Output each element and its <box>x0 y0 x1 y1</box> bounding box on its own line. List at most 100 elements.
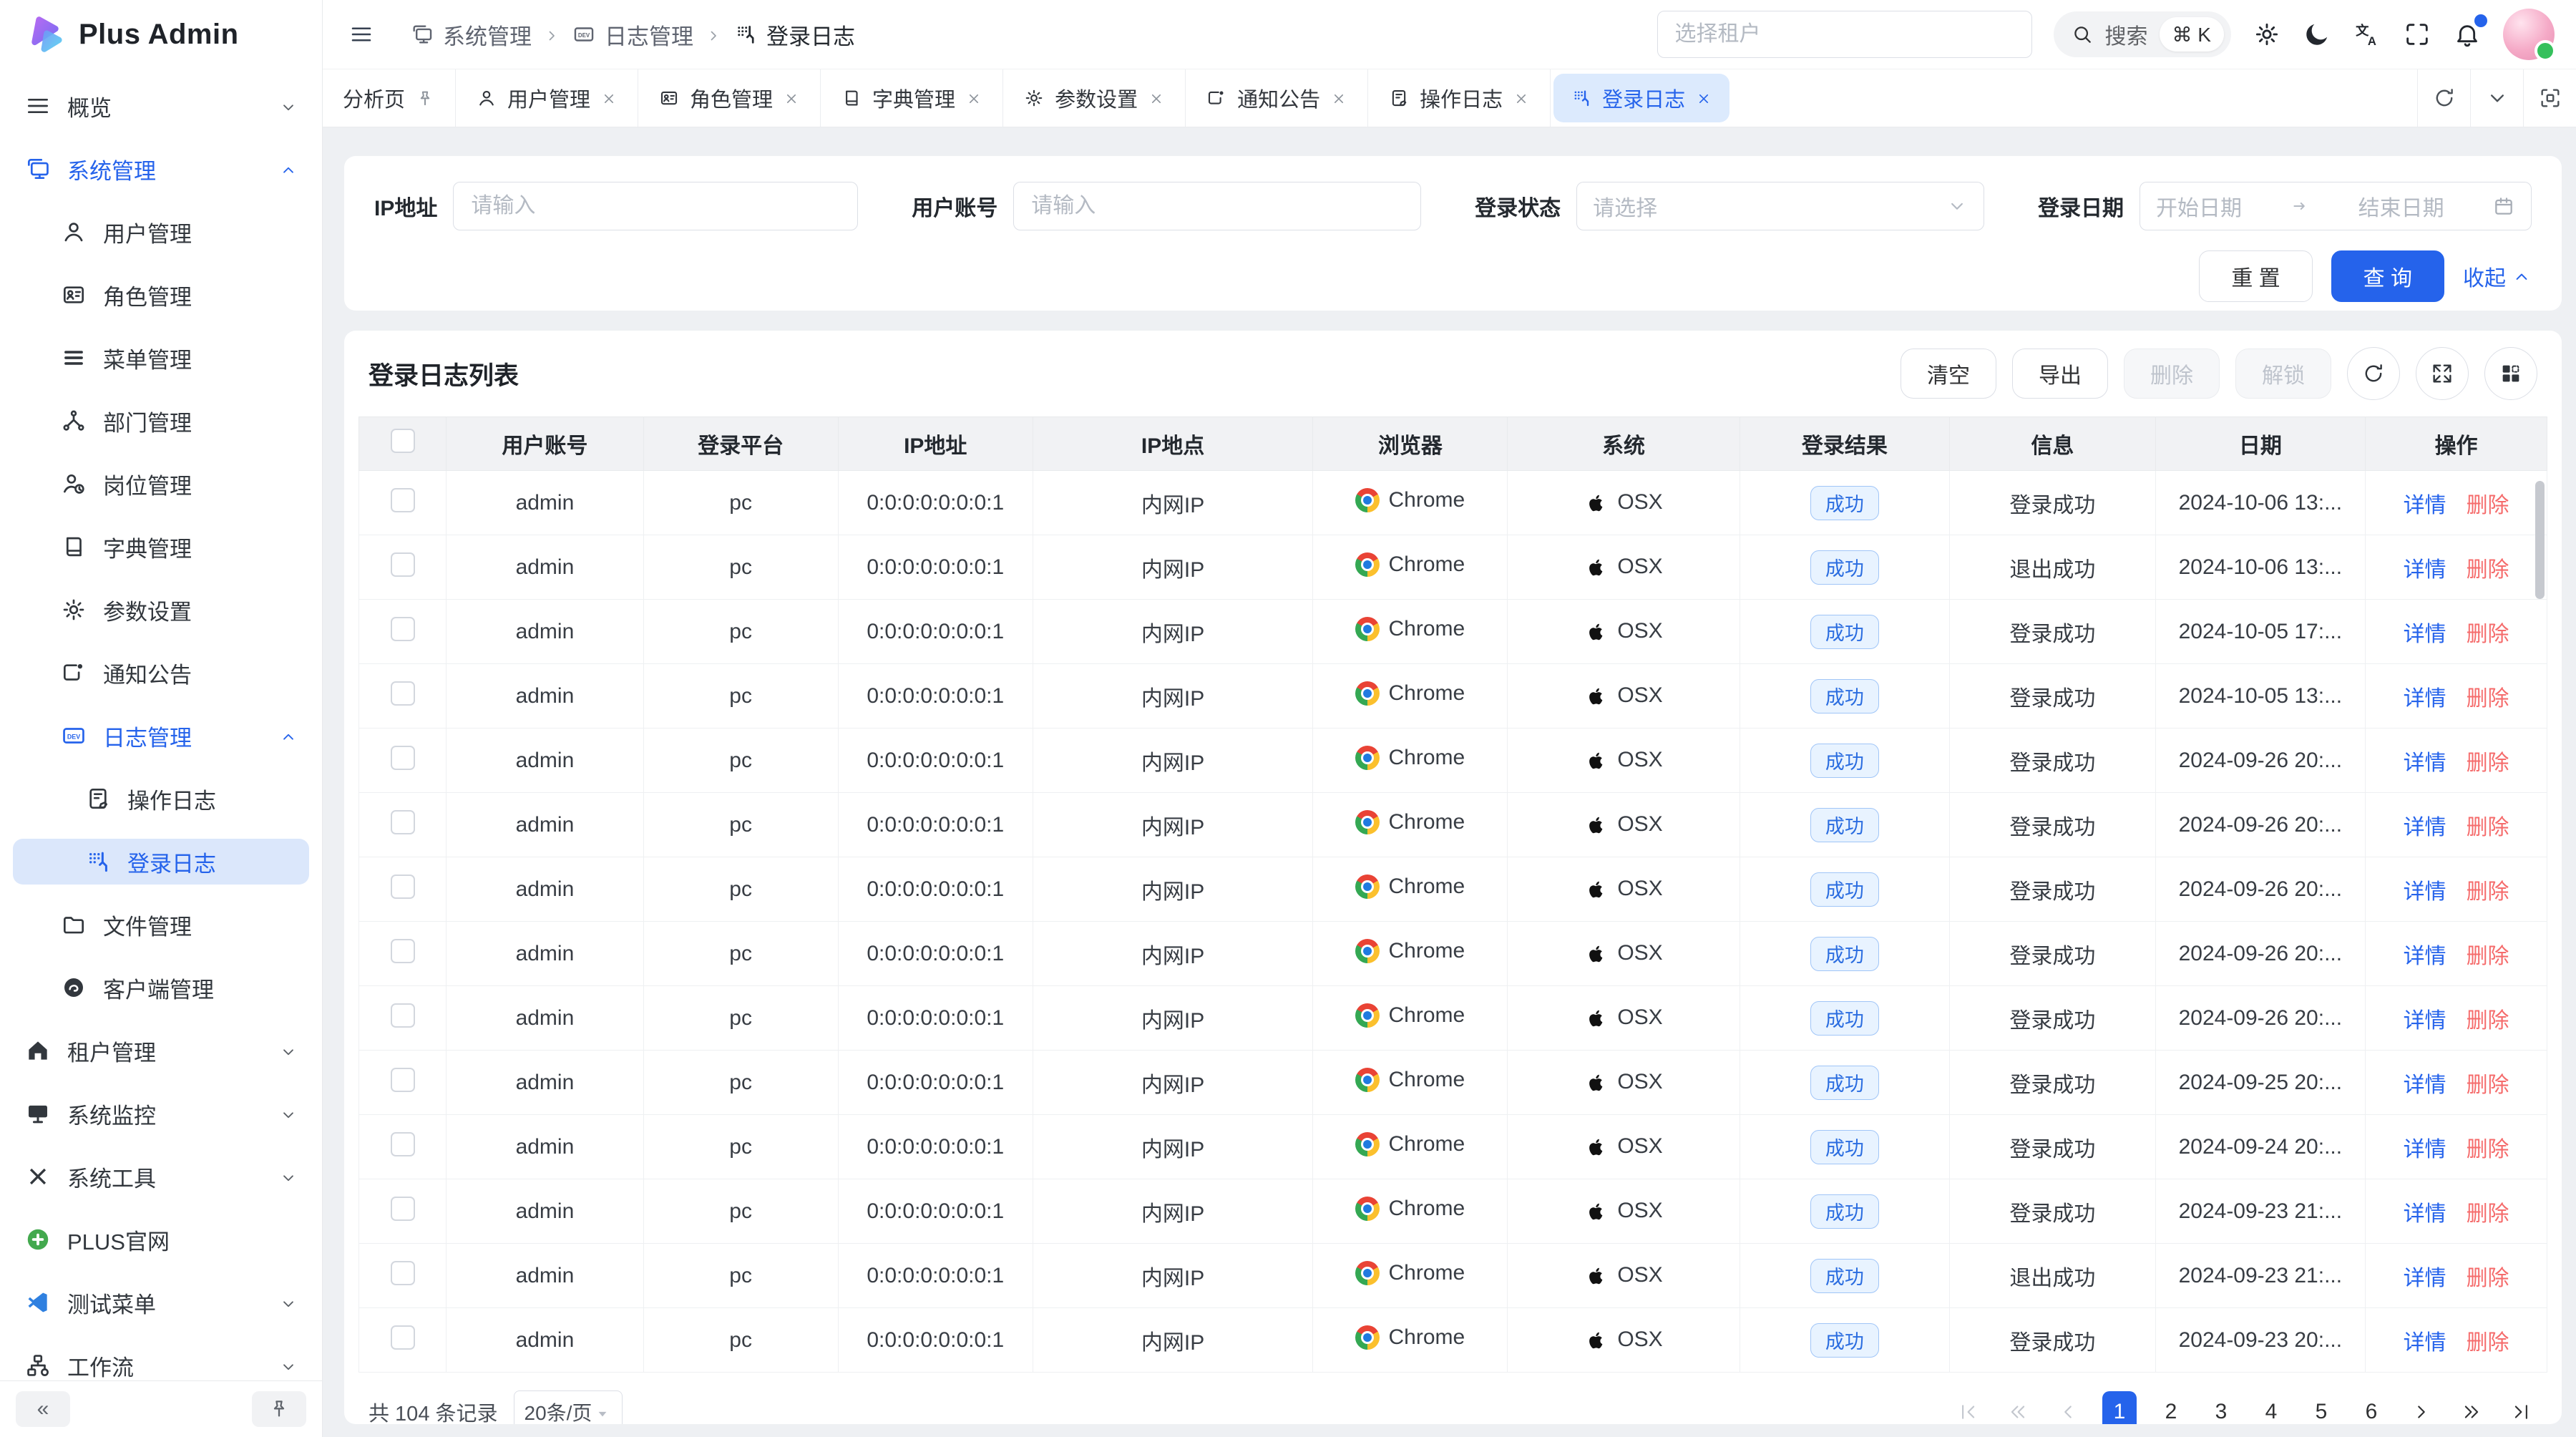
detail-link[interactable]: 详情 <box>2404 494 2446 517</box>
collapse-filter-link[interactable]: 收起 <box>2463 260 2532 292</box>
close-icon[interactable] <box>1695 87 1712 110</box>
detail-link[interactable]: 详情 <box>2404 880 2446 904</box>
page-number-6[interactable]: 6 <box>2356 1391 2387 1424</box>
row-checkbox[interactable] <box>391 488 415 512</box>
row-checkbox[interactable] <box>391 1003 415 1028</box>
detail-link[interactable]: 详情 <box>2404 816 2446 839</box>
search-button[interactable]: 查 询 <box>2331 250 2444 302</box>
sidebar-item-operation-log[interactable]: 操作日志 <box>13 776 309 822</box>
breadcrumb-item[interactable]: 系统管理 <box>410 19 532 51</box>
detail-link[interactable]: 详情 <box>2404 945 2446 968</box>
notifications-bell-icon[interactable] <box>2453 20 2482 49</box>
page-number-5[interactable]: 5 <box>2306 1391 2337 1424</box>
export-button[interactable]: 导出 <box>2012 349 2108 399</box>
sidebar-item-notice[interactable]: 通知公告 <box>13 650 309 696</box>
page-number-3[interactable]: 3 <box>2205 1391 2237 1424</box>
sidebar-item-system-monitor[interactable]: 系统监控 <box>13 1091 309 1136</box>
sidebar-item-file-management[interactable]: 文件管理 <box>13 902 309 948</box>
sidebar-item-system-management[interactable]: 系统管理 <box>13 146 309 192</box>
row-checkbox[interactable] <box>391 1197 415 1221</box>
dark-mode-moon-icon[interactable] <box>2303 20 2331 49</box>
sidebar-item-log-management[interactable]: DEV日志管理 <box>13 713 309 759</box>
table-columns-icon[interactable] <box>2484 347 2537 400</box>
delete-button[interactable]: 删除 <box>2124 349 2220 399</box>
close-icon[interactable] <box>783 87 800 110</box>
delete-link[interactable]: 删除 <box>2467 1267 2509 1290</box>
close-icon[interactable] <box>1148 87 1165 110</box>
reset-button[interactable]: 重 置 <box>2199 250 2312 302</box>
row-checkbox[interactable] <box>391 875 415 899</box>
close-icon[interactable] <box>1513 87 1530 110</box>
delete-link[interactable]: 删除 <box>2467 1202 2509 1226</box>
sidebar-item-overview[interactable]: 概览 <box>13 83 309 129</box>
detail-link[interactable]: 详情 <box>2404 623 2446 646</box>
tenant-select-input[interactable] <box>1674 21 2016 47</box>
translate-icon[interactable]: 文A <box>2353 20 2381 49</box>
row-checkbox[interactable] <box>391 746 415 770</box>
page-next-group-button[interactable] <box>2456 1391 2487 1424</box>
delete-link[interactable]: 删除 <box>2467 751 2509 775</box>
breadcrumb-item[interactable]: DEV日志管理 <box>572 19 693 51</box>
delete-link[interactable]: 删除 <box>2467 1009 2509 1033</box>
tab-param-settings[interactable]: 参数设置 <box>1003 69 1186 127</box>
detail-link[interactable]: 详情 <box>2404 751 2446 775</box>
row-checkbox[interactable] <box>391 552 415 577</box>
page-next-button[interactable] <box>2406 1391 2437 1424</box>
detail-link[interactable]: 详情 <box>2404 1267 2446 1290</box>
account-field[interactable] <box>1013 182 1421 230</box>
tabs-refresh-icon[interactable] <box>2417 69 2470 127</box>
table-fullscreen-icon[interactable] <box>2416 347 2469 400</box>
row-checkbox[interactable] <box>391 1132 415 1156</box>
delete-link[interactable]: 删除 <box>2467 880 2509 904</box>
fullscreen-icon[interactable] <box>2403 20 2431 49</box>
detail-link[interactable]: 详情 <box>2404 1138 2446 1161</box>
sidebar-item-user-management[interactable]: 用户管理 <box>13 209 309 255</box>
ip-address-input[interactable] <box>469 193 841 219</box>
table-refresh-icon[interactable] <box>2347 347 2400 400</box>
login-status-select[interactable]: 请选择 <box>1576 182 1984 230</box>
delete-link[interactable]: 删除 <box>2467 687 2509 711</box>
page-last-button[interactable] <box>2506 1391 2537 1424</box>
pin-icon[interactable] <box>415 87 435 110</box>
sidebar-item-client-management[interactable]: 客户端管理 <box>13 965 309 1010</box>
global-search[interactable]: 搜索 ⌘ K <box>2054 11 2231 57</box>
tabs-chevron-down-icon[interactable] <box>2470 69 2523 127</box>
sidebar-item-dict-management[interactable]: 字典管理 <box>13 524 309 570</box>
tab-dict-management[interactable]: 字典管理 <box>821 69 1003 127</box>
tab-operation-log[interactable]: 操作日志 <box>1368 69 1551 127</box>
detail-link[interactable]: 详情 <box>2404 1009 2446 1033</box>
sidebar-item-menu-management[interactable]: 菜单管理 <box>13 335 309 381</box>
tab-role-management[interactable]: 角色管理 <box>638 69 821 127</box>
delete-link[interactable]: 删除 <box>2467 1331 2509 1355</box>
row-checkbox[interactable] <box>391 1261 415 1285</box>
detail-link[interactable]: 详情 <box>2404 1331 2446 1355</box>
sidebar-item-dept-management[interactable]: 部门管理 <box>13 398 309 444</box>
row-checkbox[interactable] <box>391 810 415 834</box>
tab-analysis[interactable]: 分析页 <box>323 69 456 127</box>
sidebar-item-param-settings[interactable]: 参数设置 <box>13 587 309 633</box>
tabs-content-fullscreen-icon[interactable] <box>2523 69 2576 127</box>
detail-link[interactable]: 详情 <box>2404 687 2446 711</box>
sidebar-item-post-management[interactable]: 岗位管理 <box>13 461 309 507</box>
account-input[interactable] <box>1030 193 1405 219</box>
settings-gear-icon[interactable] <box>2253 20 2281 49</box>
page-number-4[interactable]: 4 <box>2255 1391 2287 1424</box>
delete-link[interactable]: 删除 <box>2467 945 2509 968</box>
close-icon[interactable] <box>1330 87 1347 110</box>
detail-link[interactable]: 详情 <box>2404 1073 2446 1097</box>
delete-link[interactable]: 删除 <box>2467 494 2509 517</box>
tab-notice[interactable]: 通知公告 <box>1186 69 1368 127</box>
tab-user-management[interactable]: 用户管理 <box>456 69 638 127</box>
delete-link[interactable]: 删除 <box>2467 1073 2509 1097</box>
row-checkbox[interactable] <box>391 617 415 641</box>
row-checkbox[interactable] <box>391 1068 415 1092</box>
select-all-checkbox[interactable] <box>391 429 415 453</box>
close-icon[interactable] <box>965 87 982 110</box>
delete-link[interactable]: 删除 <box>2467 623 2509 646</box>
row-checkbox[interactable] <box>391 681 415 706</box>
page-prev-group-button[interactable] <box>2002 1391 2034 1424</box>
table-scrollbar[interactable] <box>2535 481 2545 599</box>
sidebar-item-workflow[interactable]: 工作流 <box>13 1343 309 1380</box>
sidebar-collapse-button[interactable]: « <box>16 1391 70 1427</box>
delete-link[interactable]: 删除 <box>2467 816 2509 839</box>
